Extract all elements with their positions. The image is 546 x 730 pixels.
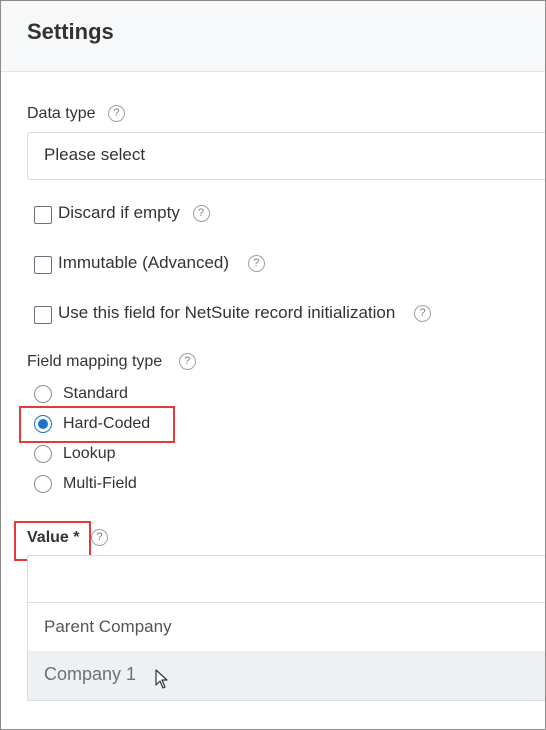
radio-multi-field[interactable]: [34, 475, 52, 493]
netsuite-init-checkbox[interactable]: [34, 306, 52, 324]
data-type-select-value: Please select: [44, 145, 146, 164]
help-icon[interactable]: ?: [192, 205, 210, 223]
netsuite-init-label: Use this field for NetSuite record initi…: [58, 303, 432, 323]
help-icon[interactable]: ?: [107, 105, 125, 123]
radio-standard-label[interactable]: Standard: [63, 385, 128, 403]
data-type-label: Data type ?: [27, 105, 125, 123]
field-mapping-label-text: Field mapping type: [27, 353, 163, 370]
panel-header: Settings: [1, 1, 545, 72]
immutable-checkbox[interactable]: [34, 256, 52, 274]
dropdown-option-company-1[interactable]: Company 1: [28, 651, 545, 700]
dropdown-option-parent-company[interactable]: Parent Company: [28, 603, 545, 651]
dropdown-option-text: Company 1: [44, 664, 137, 684]
settings-panel: Settings Data type ? Please select Disca…: [0, 0, 546, 730]
discard-if-empty-text: Discard if empty: [58, 203, 180, 222]
value-input[interactable]: [28, 556, 545, 603]
discard-if-empty-checkbox[interactable]: [34, 206, 52, 224]
radio-lookup-label[interactable]: Lookup: [63, 445, 116, 463]
hard-coded-highlight: [19, 406, 175, 443]
field-mapping-label: Field mapping type ?: [27, 353, 196, 371]
data-type-label-text: Data type: [27, 105, 96, 122]
netsuite-init-text: Use this field for NetSuite record initi…: [58, 303, 396, 322]
page-title: Settings: [27, 19, 114, 44]
help-icon[interactable]: ?: [414, 305, 432, 323]
data-type-select[interactable]: Please select: [27, 132, 545, 180]
help-icon[interactable]: ?: [178, 353, 196, 371]
discard-if-empty-label: Discard if empty ?: [58, 203, 210, 223]
radio-lookup[interactable]: [34, 445, 52, 463]
value-combobox: Parent Company Company 1: [27, 555, 545, 701]
immutable-label: Immutable (Advanced) ?: [58, 253, 265, 273]
mouse-cursor-icon: [155, 669, 168, 689]
dropdown-option-text: Parent Company: [44, 617, 172, 636]
immutable-text: Immutable (Advanced): [58, 253, 230, 272]
help-icon[interactable]: ?: [247, 255, 265, 273]
radio-multi-field-label[interactable]: Multi-Field: [63, 475, 137, 493]
help-icon[interactable]: ?: [91, 529, 108, 546]
radio-standard[interactable]: [34, 385, 52, 403]
